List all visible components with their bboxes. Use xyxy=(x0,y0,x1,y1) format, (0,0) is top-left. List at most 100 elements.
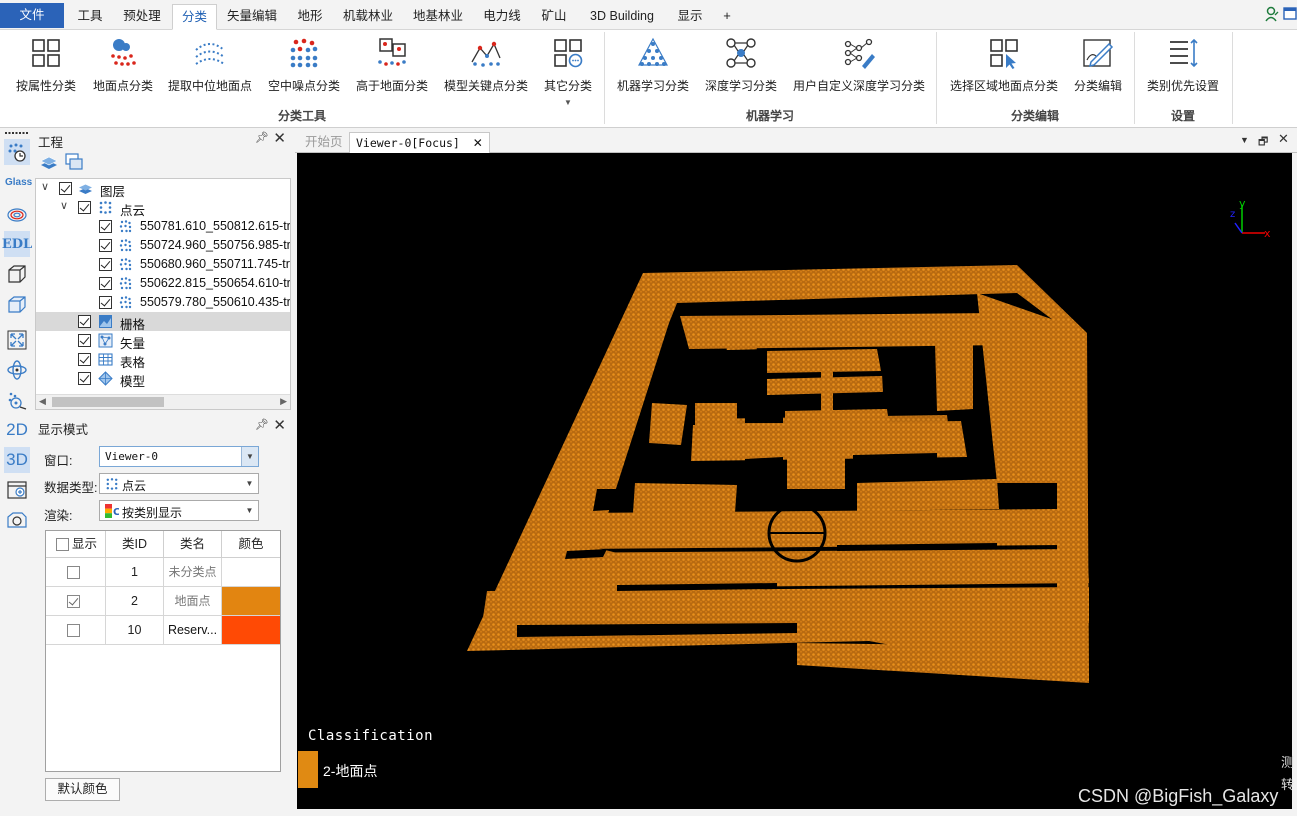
above-ground-classify-button[interactable]: 高于地面分类 xyxy=(352,34,432,104)
layers-icon[interactable] xyxy=(40,154,58,170)
select-all-checkbox[interactable] xyxy=(56,538,69,551)
tree-node-file[interactable]: 550724.960_550756.985-tr xyxy=(36,236,290,255)
pin-icon[interactable]: 📌︎ xyxy=(255,131,269,144)
tab-viewer-0[interactable]: Viewer-0[Focus] ✕ xyxy=(349,132,490,153)
checkbox[interactable] xyxy=(78,315,91,328)
checkbox[interactable] xyxy=(99,239,112,252)
add-window-button[interactable] xyxy=(4,477,30,503)
tree-node-table[interactable]: 表格 xyxy=(36,350,290,370)
user-icon[interactable] xyxy=(1265,6,1279,22)
scrollbar-thumb[interactable] xyxy=(52,397,164,407)
table-header-class-id[interactable]: 类ID xyxy=(106,531,164,558)
table-header-class-name[interactable]: 类名 xyxy=(164,531,222,558)
restore-window-icon[interactable]: 🗗︎ xyxy=(1258,133,1268,152)
menu-tab-classify[interactable]: 分类 xyxy=(172,4,217,30)
machine-learning-classify-button[interactable]: 机器学习分类 xyxy=(612,34,694,104)
menu-tab-vector-edit[interactable]: 矢量编辑 xyxy=(222,4,282,30)
checkbox[interactable] xyxy=(99,277,112,290)
tree-node-pointcloud[interactable]: ∨ 点云 xyxy=(36,198,290,218)
chevron-down-icon[interactable]: ∨ xyxy=(60,199,68,212)
checkbox[interactable] xyxy=(78,201,91,214)
row-visible-checkbox[interactable] xyxy=(67,566,80,579)
table-header-display[interactable]: 显示 xyxy=(46,531,106,558)
bounding-box-tool-button[interactable] xyxy=(4,261,30,287)
menu-tab-display[interactable]: 显示 xyxy=(670,4,710,30)
tree-node-layers[interactable]: ∨ 图层 xyxy=(36,179,290,199)
view-3d-button[interactable]: 3D xyxy=(4,447,30,473)
horizontal-scrollbar[interactable]: ◀ ▶ xyxy=(36,394,290,409)
menu-file[interactable]: 文件 xyxy=(0,3,64,28)
menu-tab-terrestrial-forestry[interactable]: 地基林业 xyxy=(406,4,470,30)
chevron-down-icon[interactable]: ∨ xyxy=(41,180,49,193)
render-select[interactable]: C 按类别显示 ▼ xyxy=(99,500,259,521)
table-row[interactable] xyxy=(46,558,106,587)
classify-edit-button[interactable]: 分类编辑 xyxy=(1068,34,1128,104)
menu-tab-powerline[interactable]: 电力线 xyxy=(476,4,528,30)
glass-label[interactable]: Glass xyxy=(5,177,32,188)
tree-node-file[interactable]: 550781.610_550812.615-tr xyxy=(36,217,290,236)
checkbox[interactable] xyxy=(78,372,91,385)
viewer-3d-canvas[interactable]: y x z Classification 2-地面点 xyxy=(297,153,1292,809)
scroll-right-icon[interactable]: ▶ xyxy=(280,396,287,407)
close-icon[interactable]: ✕ xyxy=(273,129,286,147)
menu-tab-tools[interactable]: 工具 xyxy=(70,4,110,30)
row-visible-checkbox[interactable] xyxy=(67,595,80,608)
air-noise-classify-button[interactable]: 空中噪点分类 xyxy=(264,34,344,104)
point-cloud-tool-button[interactable] xyxy=(4,139,30,165)
menu-tab-preprocess[interactable]: 预处理 xyxy=(116,4,168,30)
snapshot-button[interactable] xyxy=(4,507,30,533)
close-icon[interactable]: ✕ xyxy=(273,416,286,434)
edl-toggle-button[interactable]: EDL xyxy=(2,231,32,257)
model-keypoint-classify-button[interactable]: 模型关键点分类 xyxy=(440,34,532,104)
chevron-down-icon[interactable]: ▼ xyxy=(241,447,258,466)
menu-tab-3d-building[interactable]: 3D Building xyxy=(580,4,664,30)
chevron-down-icon[interactable]: ▼ xyxy=(241,501,258,520)
checkbox[interactable] xyxy=(78,334,91,347)
view-2d-button[interactable]: 2D xyxy=(4,417,30,443)
class-color-swatch[interactable] xyxy=(222,587,280,616)
tab-start-page[interactable]: 开始页 xyxy=(305,132,343,153)
tree-node-file[interactable]: 550579.780_550610.435-tr xyxy=(36,293,290,312)
extract-median-ground-button[interactable]: 提取中位地面点 xyxy=(164,34,256,104)
table-header-color[interactable]: 颜色 xyxy=(222,531,280,558)
full-extent-button[interactable] xyxy=(4,327,30,353)
chevron-down-icon[interactable]: ▼ xyxy=(1240,135,1249,145)
box-view-tool-button[interactable] xyxy=(4,291,30,317)
select-region-ground-classify-button[interactable]: 选择区域地面点分类 xyxy=(944,34,1064,104)
checkbox[interactable] xyxy=(99,296,112,309)
class-color-swatch[interactable] xyxy=(222,558,280,587)
checkbox[interactable] xyxy=(59,182,72,195)
close-icon[interactable]: ✕ xyxy=(1278,131,1289,147)
ground-point-classify-button[interactable]: 地面点分类 xyxy=(86,34,160,104)
window-select[interactable]: Viewer-0 ▼ xyxy=(99,446,259,467)
checkbox[interactable] xyxy=(99,220,112,233)
class-priority-settings-button[interactable]: 类别优先设置 xyxy=(1142,34,1224,104)
default-color-button[interactable]: 默认颜色 xyxy=(45,778,120,801)
tree-node-file[interactable]: 550622.815_550654.610-tr xyxy=(36,274,290,293)
other-classify-dropdown-button[interactable]: 其它分类 ▼ xyxy=(538,34,598,107)
rotate-view-button[interactable] xyxy=(4,357,30,383)
classify-by-attribute-button[interactable]: 按属性分类 xyxy=(8,34,84,104)
contour-tool-button[interactable] xyxy=(4,201,30,227)
chevron-down-icon[interactable]: ▼ xyxy=(241,474,258,493)
tree-node-raster[interactable]: 栅格 xyxy=(36,312,290,332)
deep-learning-classify-button[interactable]: 深度学习分类 xyxy=(700,34,782,104)
row-visible-checkbox[interactable] xyxy=(67,624,80,637)
menu-tab-mining[interactable]: 矿山 xyxy=(534,4,574,30)
scroll-left-icon[interactable]: ◀ xyxy=(39,396,46,407)
tree-node-model[interactable]: 模型 xyxy=(36,369,290,389)
app-window-icon[interactable] xyxy=(1283,6,1297,22)
tree-node-vector[interactable]: 矢量 xyxy=(36,331,290,351)
table-row[interactable] xyxy=(46,616,106,645)
menu-tab-terrain[interactable]: 地形 xyxy=(290,4,330,30)
point-measure-button[interactable] xyxy=(4,387,30,413)
tree-node-file[interactable]: 550680.960_550711.745-tr xyxy=(36,255,290,274)
class-color-swatch[interactable] xyxy=(222,616,280,645)
pin-icon[interactable]: 📌︎ xyxy=(255,418,269,431)
datatype-select[interactable]: 点云 ▼ xyxy=(99,473,259,494)
table-row[interactable] xyxy=(46,587,106,616)
menu-tab-airborne-forestry[interactable]: 机载林业 xyxy=(336,4,400,30)
windows-icon[interactable] xyxy=(65,153,83,171)
close-icon[interactable]: ✕ xyxy=(473,136,483,150)
custom-deep-learning-classify-button[interactable]: 用户自定义深度学习分类 xyxy=(788,34,930,104)
